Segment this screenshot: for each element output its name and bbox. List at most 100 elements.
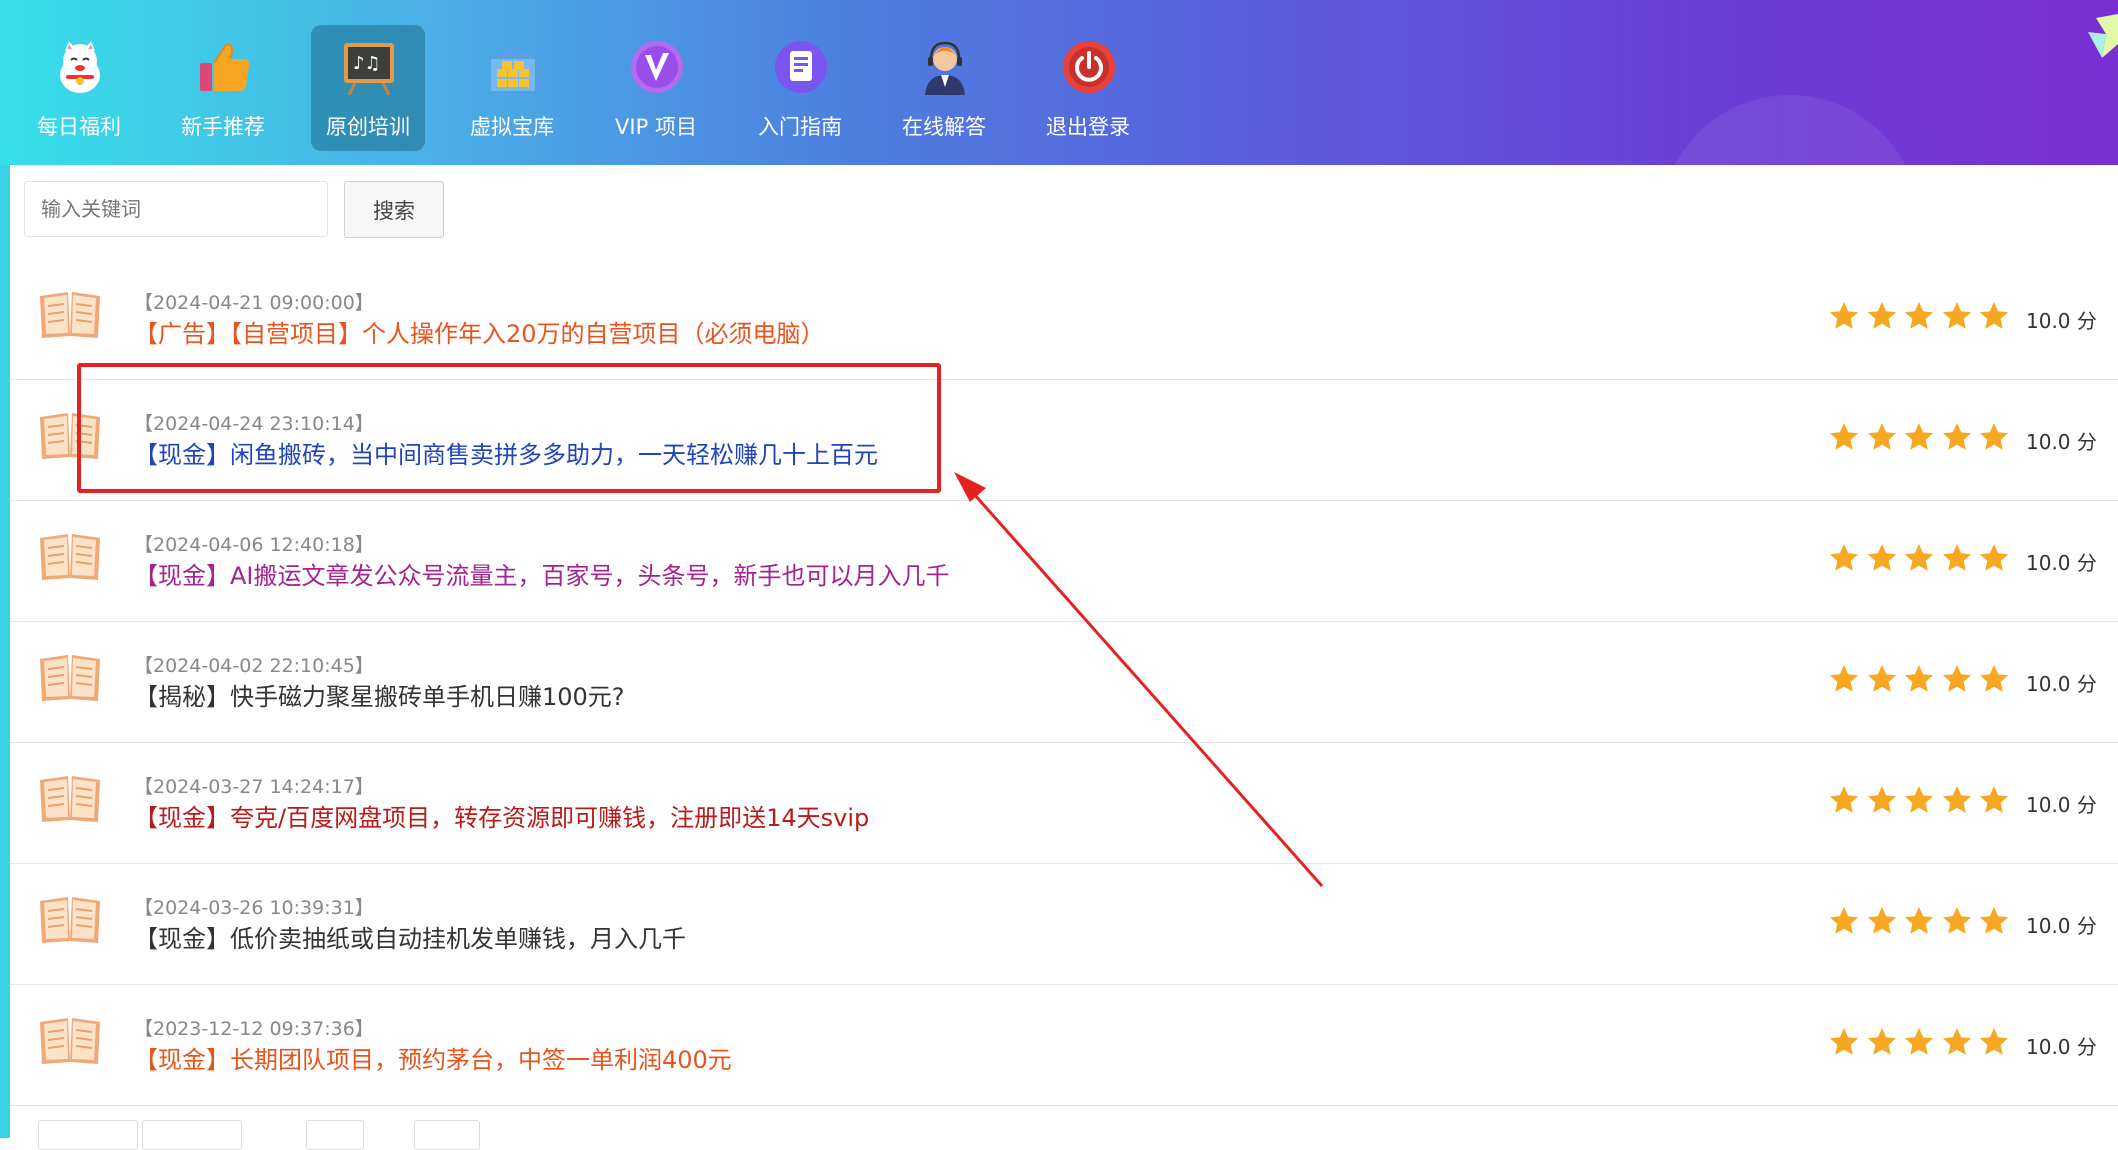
star-icon bbox=[1904, 665, 1934, 692]
pagination-prev[interactable] bbox=[142, 1120, 242, 1150]
item-title-link[interactable]: 【现金】夸克/百度网盘项目，转存资源即可赚钱，注册即送14天svip bbox=[134, 798, 869, 833]
star-icon bbox=[1942, 1028, 1971, 1055]
nav-item-daily-welfare[interactable]: 每日福利 bbox=[22, 25, 136, 151]
star-icon bbox=[1867, 907, 1896, 934]
top-navigation-bar: 每日福利 新手推荐 ♪♫ 原创培训 虚拟宝库 VIP 项目 入门指南 在线解答 … bbox=[0, 0, 2118, 165]
item-date: 【2024-04-06 12:40:18】 bbox=[134, 534, 374, 556]
nav-label: 新手推荐 bbox=[181, 115, 265, 139]
customer-service-icon bbox=[925, 41, 965, 95]
list-item: 【2024-04-21 09:00:00】 【广告】【自营项目】个人操作年入20… bbox=[10, 258, 2118, 380]
item-date: 【2024-04-02 22:10:45】 bbox=[134, 655, 374, 677]
star-icon bbox=[1829, 786, 1859, 813]
star-icon bbox=[1979, 544, 2009, 571]
star-icon bbox=[1829, 1028, 1859, 1055]
item-score: 10.0 分 bbox=[2026, 672, 2097, 696]
item-score: 10.0 分 bbox=[2026, 309, 2097, 333]
pagination-page-input[interactable] bbox=[306, 1120, 364, 1150]
star-icon bbox=[1942, 423, 1971, 450]
nav-label: 退出登录 bbox=[1046, 115, 1130, 139]
open-book-icon bbox=[38, 409, 102, 461]
star-icon bbox=[1979, 907, 2009, 934]
nav-label: 入门指南 bbox=[758, 115, 842, 139]
treasure-warehouse-icon bbox=[489, 45, 537, 91]
item-score: 10.0 分 bbox=[2026, 914, 2097, 938]
nav-label: 原创培训 bbox=[326, 115, 410, 139]
nav-item-logout[interactable]: 退出登录 bbox=[1031, 25, 1145, 151]
item-title-link[interactable]: 【现金】闲鱼搬砖，当中间商售卖拼多多助力，一天轻松赚几十上百元 bbox=[134, 435, 878, 470]
star-icon bbox=[1904, 544, 1934, 571]
nav-item-original-training[interactable]: ♪♫ 原创培训 bbox=[311, 25, 425, 151]
header-decoration bbox=[1660, 95, 1920, 165]
open-book-icon bbox=[38, 288, 102, 340]
open-book-icon bbox=[38, 651, 102, 703]
star-icon bbox=[1942, 907, 1971, 934]
list-item: 【2024-03-27 14:24:17】 【现金】夸克/百度网盘项目，转存资源… bbox=[10, 742, 2118, 864]
nav-item-vip-project[interactable]: VIP 项目 bbox=[599, 25, 713, 151]
nav-label: 每日福利 bbox=[37, 115, 121, 139]
list-item: 【2024-04-06 12:40:18】 【现金】AI搬运文章发公众号流量主，… bbox=[10, 500, 2118, 622]
star-icon bbox=[1867, 665, 1896, 692]
nav-item-beginner-recommend[interactable]: 新手推荐 bbox=[166, 25, 280, 151]
star-icon bbox=[1942, 544, 1971, 571]
search-input[interactable] bbox=[24, 181, 328, 237]
item-score: 10.0 分 bbox=[2026, 430, 2097, 454]
power-off-icon bbox=[1063, 41, 1115, 93]
thumbs-up-icon bbox=[200, 43, 250, 91]
item-score: 10.0 分 bbox=[2026, 793, 2097, 817]
pagination-go[interactable] bbox=[414, 1120, 480, 1150]
star-icon bbox=[1904, 302, 1934, 329]
item-date: 【2024-03-26 10:39:31】 bbox=[134, 897, 374, 919]
star-icon bbox=[1904, 423, 1934, 450]
item-date: 【2023-12-12 09:37:36】 bbox=[134, 1018, 374, 1040]
list-item: 【2024-04-02 22:10:45】 【揭秘】快手磁力聚星搬砖单手机日赚1… bbox=[10, 621, 2118, 743]
star-icon bbox=[1867, 544, 1896, 571]
list-item: 【2023-12-12 09:37:36】 【现金】长期团队项目，预约茅台，中签… bbox=[10, 984, 2118, 1106]
search-button[interactable]: 搜索 bbox=[344, 181, 444, 238]
nav-label: VIP 项目 bbox=[615, 115, 697, 139]
star-icon bbox=[1867, 302, 1896, 329]
pagination-first[interactable] bbox=[38, 1120, 138, 1150]
star-icon bbox=[1979, 302, 2009, 329]
star-icon bbox=[1904, 786, 1934, 813]
document-guide-icon bbox=[775, 41, 827, 93]
star-icon bbox=[1942, 302, 1971, 329]
item-date: 【2024-04-24 23:10:14】 bbox=[134, 413, 374, 435]
item-title-link[interactable]: 【现金】长期团队项目，预约茅台，中签一单利润400元 bbox=[134, 1040, 732, 1075]
nav-label: 虚拟宝库 bbox=[470, 115, 554, 139]
star-icon bbox=[1867, 423, 1896, 450]
star-icon bbox=[1904, 907, 1934, 934]
item-date: 【2024-04-21 09:00:00】 bbox=[134, 292, 374, 314]
star-icon bbox=[1904, 1028, 1934, 1055]
star-icon bbox=[1829, 907, 1859, 934]
item-title-link[interactable]: 【揭秘】快手磁力聚星搬砖单手机日赚100元? bbox=[134, 677, 625, 712]
item-title-link[interactable]: 【现金】低价卖抽纸或自动挂机发单赚钱，月入几千 bbox=[134, 919, 686, 954]
open-book-icon bbox=[38, 893, 102, 945]
item-score: 10.0 分 bbox=[2026, 551, 2097, 575]
list-item: 【2024-04-24 23:10:14】 【现金】闲鱼搬砖，当中间商售卖拼多多… bbox=[10, 379, 2118, 501]
list-item: 【2024-03-26 10:39:31】 【现金】低价卖抽纸或自动挂机发单赚钱… bbox=[10, 863, 2118, 985]
item-score: 10.0 分 bbox=[2026, 1035, 2097, 1059]
open-book-icon bbox=[38, 530, 102, 582]
star-icon bbox=[1829, 302, 1859, 329]
star-icon bbox=[1867, 786, 1896, 813]
star-icon bbox=[1829, 665, 1859, 692]
left-accent-strip bbox=[0, 165, 10, 1138]
star-icon bbox=[1867, 1028, 1896, 1055]
open-book-icon bbox=[38, 1014, 102, 1066]
vip-badge-icon bbox=[631, 41, 683, 93]
lucky-cat-icon bbox=[60, 41, 100, 93]
svg-text:♪♫: ♪♫ bbox=[353, 53, 381, 74]
star-icon bbox=[1942, 665, 1971, 692]
open-book-icon bbox=[38, 772, 102, 824]
star-icon bbox=[1942, 786, 1971, 813]
nav-label: 在线解答 bbox=[902, 115, 986, 139]
item-title-link[interactable]: 【广告】【自营项目】个人操作年入20万的自营项目（必须电脑） bbox=[134, 314, 825, 349]
item-title-link[interactable]: 【现金】AI搬运文章发公众号流量主，百家号，头条号，新手也可以月入几千 bbox=[134, 556, 950, 591]
star-icon bbox=[1829, 423, 1859, 450]
star-icon bbox=[1979, 1028, 2009, 1055]
nav-item-virtual-treasury[interactable]: 虚拟宝库 bbox=[455, 25, 569, 151]
star-icon bbox=[1829, 544, 1859, 571]
corner-logo-icon bbox=[2088, 14, 2118, 58]
nav-item-online-answers[interactable]: 在线解答 bbox=[887, 25, 1001, 151]
nav-item-getting-started[interactable]: 入门指南 bbox=[743, 25, 857, 151]
